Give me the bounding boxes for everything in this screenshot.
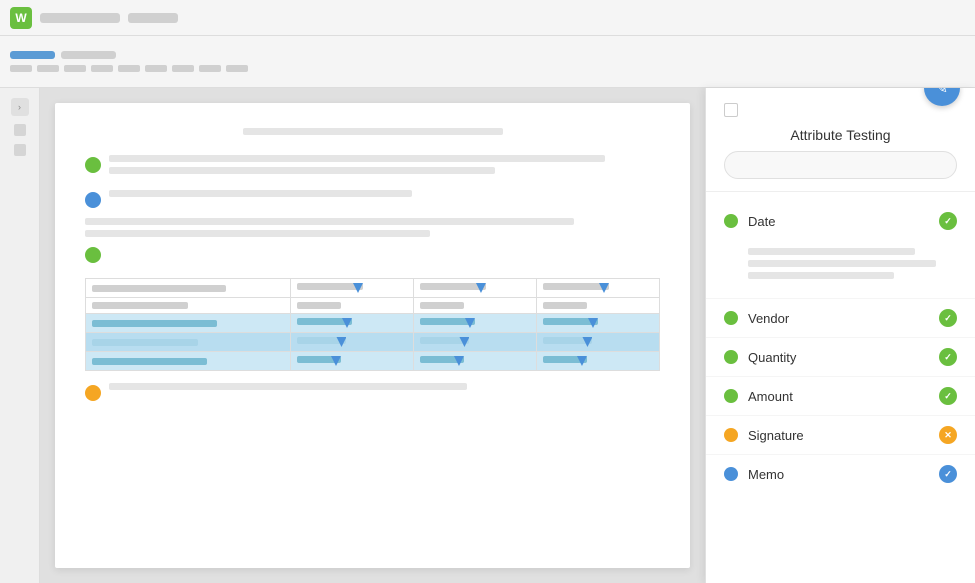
panel-select-all-checkbox[interactable] [724, 103, 738, 117]
doc-green-dot-2 [85, 247, 101, 263]
doc-row-2 [85, 190, 660, 208]
tool-btn-8[interactable] [199, 65, 221, 72]
attr-name-date: Date [748, 214, 929, 229]
attr-name-memo: Memo [748, 467, 929, 482]
attr-name-amount: Amount [748, 389, 929, 404]
doc-title-line [243, 128, 503, 135]
panel-search-input[interactable] [724, 151, 957, 179]
attr-item-date: Date ✓ [706, 202, 975, 299]
date-detail-line-2 [748, 260, 936, 267]
attr-dot-memo [724, 467, 738, 481]
attr-name-vendor: Vendor [748, 311, 929, 326]
doc-extra-lines [85, 218, 660, 237]
attr-item-signature: Signature ✕ [706, 416, 975, 455]
app-name-placeholder [40, 13, 120, 23]
toolbar-tab1[interactable] [61, 51, 116, 59]
tool-btn-6[interactable] [145, 65, 167, 72]
sidebar-collapse-btn[interactable]: › [11, 98, 29, 116]
attr-item-amount: Amount ✓ [706, 377, 975, 416]
doc-row-bottom [85, 383, 660, 401]
table-row-2 [86, 298, 660, 314]
attribute-list: Date ✓ Vendor ✓ Quantity ✓ [706, 192, 975, 503]
doc-table-section [85, 278, 660, 371]
doc-line-bottom [109, 383, 467, 390]
doc-blue-dot-1 [85, 192, 101, 208]
attr-dot-signature [724, 428, 738, 442]
tool-btn-9[interactable] [226, 65, 248, 72]
main-layout: › [0, 88, 975, 583]
app-logo: W [10, 7, 32, 29]
left-sidebar: › [0, 88, 40, 583]
panel-title: Attribute Testing [724, 127, 957, 143]
doc-line-2a [109, 190, 412, 197]
tool-btn-3[interactable] [64, 65, 86, 72]
doc-text-group-bottom [109, 383, 660, 396]
attr-name-quantity: Quantity [748, 350, 929, 365]
top-bar: W [0, 0, 975, 36]
toolbar-tab-active[interactable] [10, 51, 55, 59]
table-row-5-highlighted [86, 352, 660, 371]
attr-status-amount: ✓ [939, 387, 957, 405]
doc-orange-dot [85, 385, 101, 401]
attr-item-memo: Memo ✓ [706, 455, 975, 493]
doc-row-1 [85, 155, 660, 180]
tool-btn-4[interactable] [91, 65, 113, 72]
attr-dot-date [724, 214, 738, 228]
sidebar-item-2 [14, 144, 26, 156]
doc-line-e1 [85, 218, 574, 225]
date-detail [724, 248, 957, 284]
document-area [40, 88, 705, 583]
toolbar [0, 36, 975, 88]
pencil-icon: ✎ [936, 88, 948, 97]
attr-status-date: ✓ [939, 212, 957, 230]
table-row-1 [86, 279, 660, 298]
tool-btn-7[interactable] [172, 65, 194, 72]
attr-status-quantity: ✓ [939, 348, 957, 366]
attr-status-vendor: ✓ [939, 309, 957, 327]
attr-item-vendor: Vendor ✓ [706, 299, 975, 338]
doc-line-1a [109, 155, 605, 162]
table-row-3-highlighted [86, 314, 660, 333]
date-detail-line-3 [748, 272, 894, 279]
doc-table [85, 278, 660, 371]
attr-dot-amount [724, 389, 738, 403]
attr-dot-quantity [724, 350, 738, 364]
table-row-4-highlighted [86, 333, 660, 352]
doc-line-e2 [85, 230, 430, 237]
doc-text-group-1 [109, 155, 660, 180]
attr-name-signature: Signature [748, 428, 929, 443]
tool-btn-2[interactable] [37, 65, 59, 72]
panel-checkbox-row [724, 103, 957, 117]
tool-btn-5[interactable] [118, 65, 140, 72]
doc-line-1b [109, 167, 495, 174]
right-panel: ✎ Attribute Testing Date ✓ [705, 88, 975, 583]
panel-header: ✎ Attribute Testing [706, 88, 975, 192]
tool-btn-1[interactable] [10, 65, 32, 72]
attr-status-signature: ✕ [939, 426, 957, 444]
sidebar-item-1 [14, 124, 26, 136]
doc-text-group-2 [109, 190, 660, 203]
attr-item-quantity: Quantity ✓ [706, 338, 975, 377]
document-paper [55, 103, 690, 568]
doc-green-dot-1 [85, 157, 101, 173]
attr-dot-vendor [724, 311, 738, 325]
menu-placeholder [128, 13, 178, 23]
date-top-row: Date ✓ [724, 212, 957, 230]
attr-status-memo: ✓ [939, 465, 957, 483]
doc-row-3 [85, 245, 660, 263]
date-detail-line-1 [748, 248, 915, 255]
